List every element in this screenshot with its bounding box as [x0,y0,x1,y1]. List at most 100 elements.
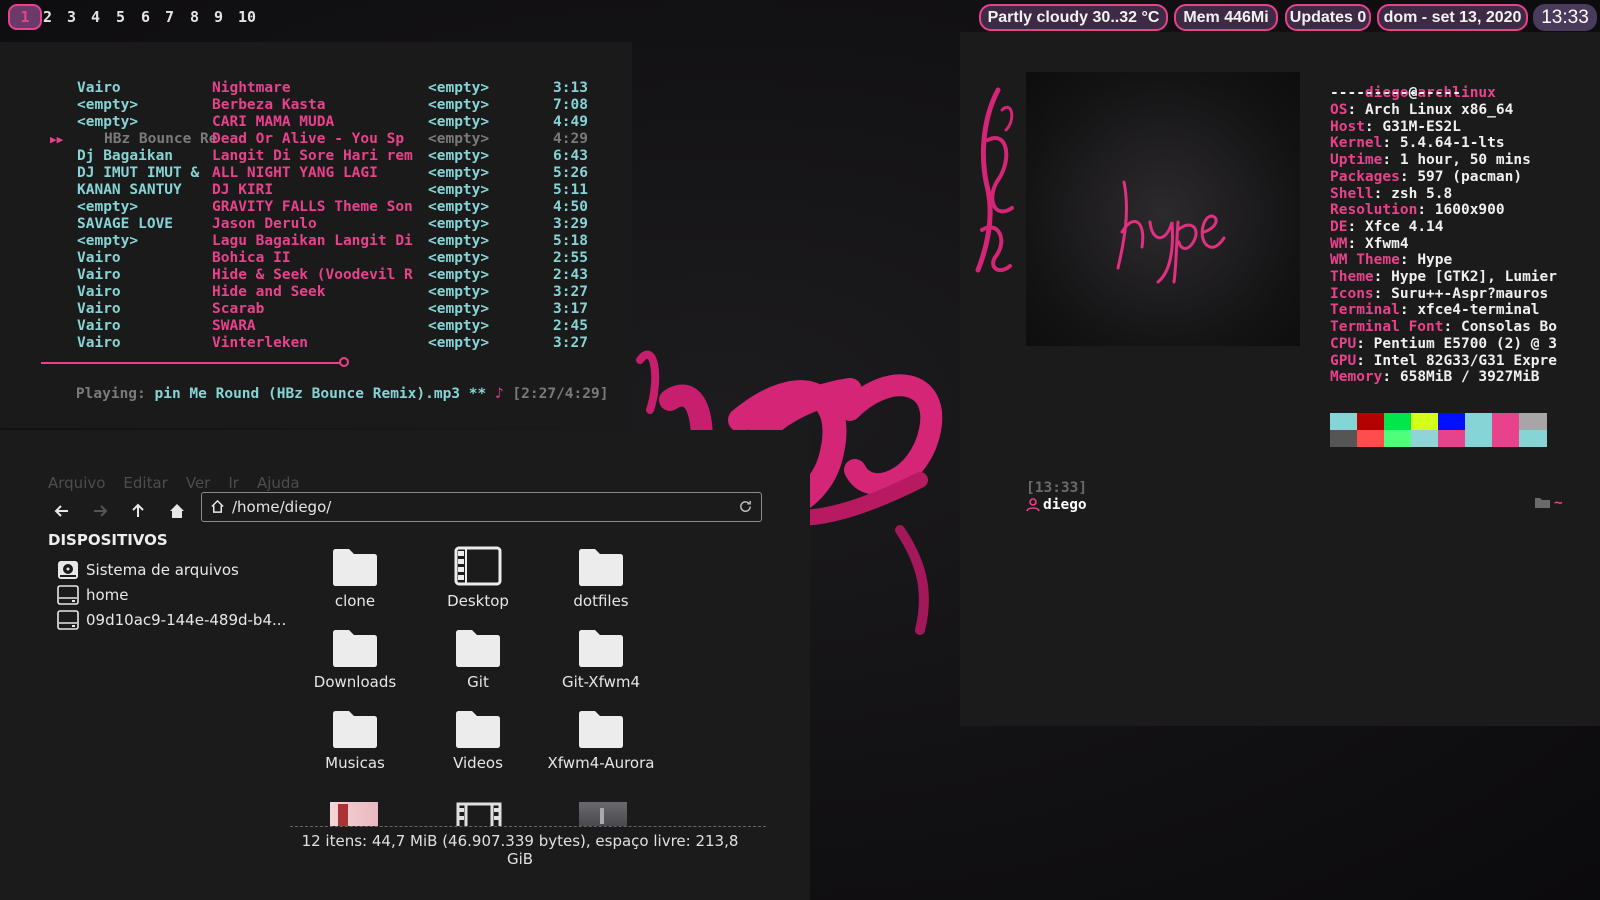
device-item[interactable]: 09d10ac9-144e-489d-b4... [56,608,286,632]
color-swatch [1465,413,1493,430]
track-artist: Dj Bagaikan [77,148,174,164]
workspace-3[interactable]: 3 [67,8,76,26]
workspace-4[interactable]: 4 [91,8,100,26]
workspace-6[interactable]: 6 [141,8,150,26]
track-row[interactable]: Vairo Scarab <empty> 3:17 [0,301,620,318]
track-artist: Vairo [77,301,121,317]
track-row[interactable]: KANAN SANTUY DJ KIRI <empty> 5:11 [0,182,620,199]
workspace-2[interactable]: 2 [43,8,52,26]
track-row[interactable]: <empty> Berbeza Kasta <empty> 7:08 [0,97,620,114]
clock-widget[interactable]: 13:33 [1533,4,1597,31]
color-swatch [1492,430,1520,447]
path-input[interactable]: /home/diego/ [232,498,331,516]
workspace-9[interactable]: 9 [214,8,223,26]
device-item[interactable]: Sistema de arquivos [56,558,239,582]
workspace-10[interactable]: 10 [238,8,256,26]
home-button[interactable] [164,498,190,524]
track-album: <empty> [428,301,490,317]
info-key: Uptime [1330,152,1383,169]
folder-icon [300,536,410,586]
workspace-5[interactable]: 5 [116,8,125,26]
file-item[interactable]: clone [300,536,410,610]
track-row[interactable]: Vairo Hide and Seek <empty> 3:27 [0,284,620,301]
up-button[interactable] [125,498,151,524]
info-colon: : [1347,218,1365,235]
status-song: pin Me Round (HBz Bounce Remix).mp3 [154,386,461,402]
color-swatch [1384,413,1412,430]
track-row[interactable]: <empty> Lagu Bagaikan Langit Di <empty> 5:1… [0,233,620,250]
file-label: Downloads [313,673,397,691]
info-value: Xfce 4.14 [1364,218,1444,235]
menu-ajuda[interactable]: Ajuda [257,474,300,492]
updates-widget[interactable]: Updates 0 [1285,4,1371,31]
music-player-terminal[interactable]: Vairo Nightmare <empty> 3:13 <empty> Berbeza … [0,42,632,428]
track-row[interactable]: Vairo Vinterleken <empty> 3:27 [0,335,620,352]
track-row[interactable]: Dj Bagaikan Langit Di Sore Hari rem <empty… [0,148,620,165]
reload-icon[interactable] [738,499,753,514]
track-artist: HBz Bounce Re [104,131,218,147]
neofetch-separator: --------------- [1330,85,1461,101]
track-row[interactable]: <empty> CARI MAMA MUDA <empty> 4:49 [0,114,620,131]
date-widget[interactable]: dom - set 13, 2020 [1377,4,1528,31]
forward-button[interactable] [87,498,113,524]
info-key: Host [1330,118,1365,135]
device-label: Sistema de arquivos [86,561,239,579]
video-file-icon[interactable] [456,802,502,830]
track-album: <empty> [428,267,490,283]
menu-arquivo[interactable]: Arquivo [48,474,105,492]
color-swatch [1492,413,1520,430]
track-artist: <empty> [77,233,139,249]
track-row[interactable]: DJ IMUT IMUT & ALL NIGHT YANG LAGI <empty>… [0,165,620,182]
file-item[interactable]: Videos [423,698,533,772]
folder-icon [300,698,410,748]
folder-icon [423,698,533,748]
back-button[interactable] [49,498,75,524]
menu-editar[interactable]: Editar [123,474,167,492]
file-item[interactable]: Git [423,617,533,691]
color-swatch [1465,430,1493,447]
workspace-1[interactable]: 1 [8,4,42,30]
arrow-right-icon [94,505,108,517]
file-item[interactable]: Downloads [300,617,410,691]
location-bar[interactable]: /home/diego/ [201,492,762,522]
info-colon: : [1364,118,1383,135]
track-row[interactable]: Vairo Hide & Seek (Voodevil R <empty> 2:43 [0,267,620,284]
track-album: <empty> [428,216,490,232]
device-item[interactable]: home [56,583,129,607]
info-value: xfce4-terminal [1417,302,1540,319]
neofetch-terminal[interactable]: diego@archlinux --------------- OS: Arch… [960,32,1600,726]
track-title: Hide and Seek [212,284,326,300]
track-row[interactable]: SAVAGE LOVE Jason Derulo <empty> 3:29 [0,216,620,233]
track-title: SWARA [212,318,256,334]
menu-ir[interactable]: Ir [228,474,239,492]
info-key: Kernel [1330,135,1383,152]
info-key: Memory [1330,369,1383,386]
track-row[interactable]: Vairo Bohica II <empty> 2:55 [0,250,620,267]
info-colon: : [1417,202,1435,219]
memory-widget[interactable]: Mem 446Mi [1174,4,1278,31]
hype-logo-image [1026,72,1300,346]
file-item[interactable]: Musicas [300,698,410,772]
info-colon: : [1373,285,1392,302]
workspace-7[interactable]: 7 [165,8,174,26]
file-label: Git-Xfwm4 [561,673,641,691]
workspace-8[interactable]: 8 [190,8,199,26]
file-item[interactable]: Git-Xfwm4 [546,617,656,691]
file-item[interactable]: Desktop [423,536,533,610]
track-artist: KANAN SANTUY [77,182,182,198]
image-thumbnail[interactable] [579,802,627,826]
file-item[interactable]: dotfiles [546,536,656,610]
track-row[interactable]: <empty> GRAVITY FALLS Theme Son <empty> 4:5… [0,199,620,216]
color-swatch [1330,413,1358,430]
menu-ver[interactable]: Ver [186,474,211,492]
track-artist: DJ IMUT IMUT & [77,165,200,181]
file-item[interactable]: Xfwm4-Aurora [546,698,656,772]
image-thumbnail[interactable] [330,802,378,826]
weather-widget[interactable]: Partly cloudy 30..32 °C [979,4,1168,31]
info-colon: : [1443,319,1461,336]
track-album: <empty> [428,148,490,164]
track-row[interactable]: Vairo SWARA <empty> 2:45 [0,318,620,335]
drive-icon [56,609,80,631]
track-row[interactable]: Vairo Nightmare <empty> 3:13 [0,80,620,97]
track-row[interactable]: ▶▶ HBz Bounce Re Dead Or Alive - You Sp <em… [0,131,620,148]
